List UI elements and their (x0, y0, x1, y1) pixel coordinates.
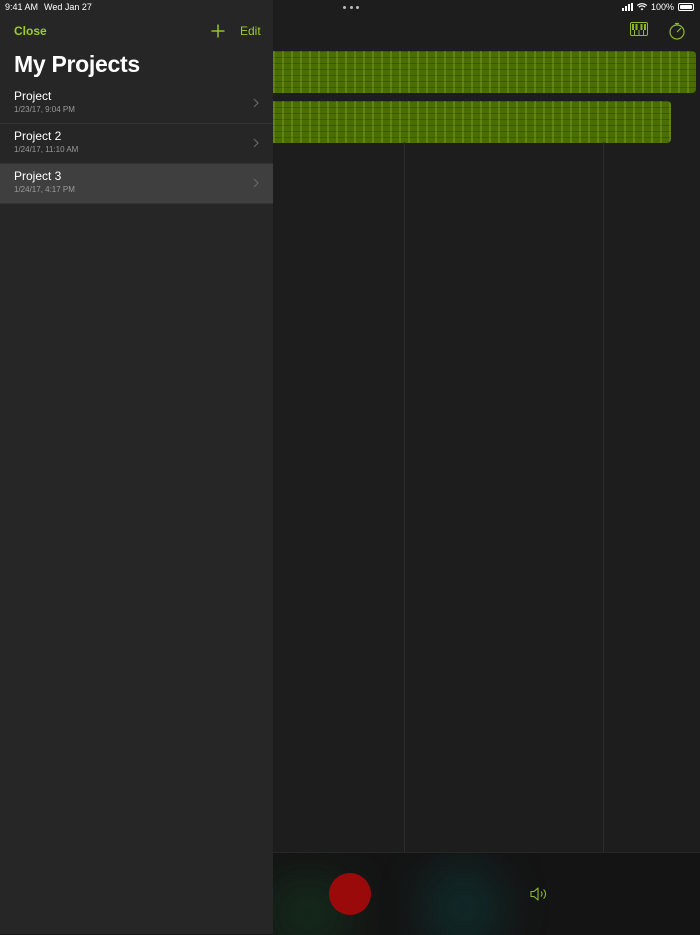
chevron-right-icon (253, 138, 259, 148)
timeline-grid-line (603, 142, 604, 852)
multitasking-dots-icon[interactable] (343, 6, 359, 9)
speaker-icon[interactable] (530, 886, 548, 902)
list-item-project-2[interactable]: Project 2 1/24/17, 11:10 AM (0, 124, 273, 164)
list-item-project[interactable]: Project 1/23/17, 9:04 PM (0, 84, 273, 124)
battery-percent: 100% (650, 2, 674, 12)
project-date: 1/24/17, 11:10 AM (14, 145, 79, 154)
project-date: 1/23/17, 9:04 PM (14, 105, 75, 114)
wifi-icon (636, 3, 647, 11)
project-date: 1/24/17, 4:17 PM (14, 185, 75, 194)
track-region-1[interactable] (273, 51, 696, 93)
cellular-signal-icon (621, 3, 633, 11)
status-time: 9:41 AM (5, 2, 39, 12)
project-list: Project 1/23/17, 9:04 PM Project 2 1/24/… (0, 84, 273, 204)
track-region-2[interactable] (273, 101, 671, 143)
status-date: Wed Jan 27 (44, 2, 92, 12)
keyboard-icon[interactable] (630, 22, 648, 36)
ambient-glow (423, 863, 503, 935)
tracks-area (273, 0, 700, 935)
transport-bar (273, 852, 700, 935)
status-indicators: 100% (621, 2, 694, 12)
project-name: Project 2 (14, 129, 62, 143)
metronome-timer-icon[interactable] (668, 22, 686, 40)
tracks-toolbar (630, 22, 686, 40)
chevron-right-icon (253, 178, 259, 188)
page-title: My Projects (14, 51, 140, 77)
plus-icon[interactable] (211, 24, 225, 38)
chevron-right-icon (253, 98, 259, 108)
record-button[interactable] (329, 873, 371, 915)
project-name: Project 3 (14, 169, 62, 183)
list-item-project-3[interactable]: Project 3 1/24/17, 4:17 PM (0, 164, 273, 204)
edit-button[interactable]: Edit (240, 24, 261, 38)
my-projects-panel: Close Edit My Projects Project 1/23/17, … (0, 0, 273, 934)
project-name: Project (14, 89, 52, 103)
close-button[interactable]: Close (14, 24, 47, 38)
battery-icon (678, 3, 694, 11)
timeline-grid-line (404, 142, 405, 852)
status-bar: 9:41 AM Wed Jan 27 100% (0, 0, 700, 14)
